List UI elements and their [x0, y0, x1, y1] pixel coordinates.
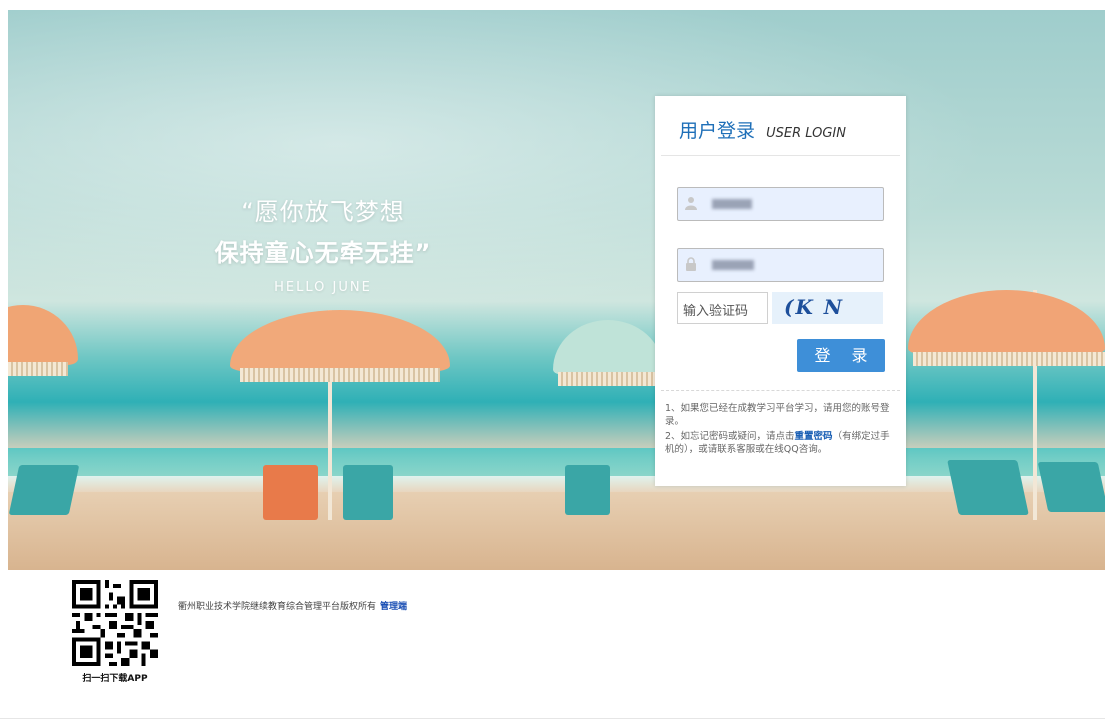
sand [8, 492, 1105, 570]
username-field[interactable] [677, 187, 884, 221]
beach-chair [263, 465, 318, 520]
tip-2-text: 2、如忘记密码或疑问，请点击 [665, 431, 795, 442]
login-panel: 用户登录 USER LOGIN 输入验证码 (K N 登 录 1、如果您已经在成… [655, 96, 906, 486]
sea [8, 448, 1105, 476]
qr-code [72, 580, 158, 666]
tip-2: 2、如忘记密码或疑问，请点击重置密码（有绑定过手机的），或请联系客服或在线QQ咨… [665, 430, 897, 456]
beach-chair [947, 460, 1029, 515]
hero-banner: “愿你放飞梦想 保持童心无牵无挂” HELLO JUNE [8, 10, 1105, 570]
quote-line-2: 保持童心无牵无挂” [214, 239, 432, 267]
copyright: 衢州职业技术学院继续教育综合管理平台版权所有 管理端 [178, 599, 407, 612]
hero-quote: “愿你放飞梦想 保持童心无牵无挂” HELLO JUNE [198, 192, 448, 295]
beach-chair [1037, 462, 1105, 512]
divider [661, 155, 900, 156]
shoreline [8, 476, 1105, 492]
quote-line-3: HELLO JUNE [274, 280, 372, 295]
dashed-divider [661, 390, 900, 391]
username-value [712, 196, 752, 211]
beach-chair [8, 465, 80, 515]
login-subtitle: USER LOGIN [766, 126, 846, 141]
lock-icon [684, 257, 698, 273]
captcha-image[interactable]: (K N [772, 292, 883, 324]
tip-1: 1、如果您已经在成教学习平台学习，请用您的账号登录。 [665, 403, 890, 427]
admin-link[interactable]: 管理端 [380, 602, 407, 612]
password-value [712, 257, 754, 272]
beach-chair [343, 465, 393, 520]
qr-caption: 扫一扫下载APP [82, 674, 148, 684]
captcha-input[interactable]: 输入验证码 [677, 292, 768, 324]
quote-line-1: “愿你放飞梦想 [241, 198, 405, 226]
login-header: 用户登录 USER LOGIN [679, 116, 846, 143]
login-title: 用户登录 [679, 120, 756, 142]
password-field[interactable] [677, 248, 884, 282]
copyright-text: 衢州职业技术学院继续教育综合管理平台版权所有 [178, 602, 377, 612]
login-tips: 1、如果您已经在成教学习平台学习，请用您的账号登录。 2、如忘记密码或疑问，请点… [665, 402, 897, 458]
login-button[interactable]: 登 录 [797, 339, 885, 372]
beach-chair [565, 465, 610, 515]
footer-divider [0, 718, 1105, 719]
sky [8, 10, 1105, 346]
reset-password-link[interactable]: 重置密码 [795, 431, 833, 442]
user-icon [684, 196, 698, 212]
